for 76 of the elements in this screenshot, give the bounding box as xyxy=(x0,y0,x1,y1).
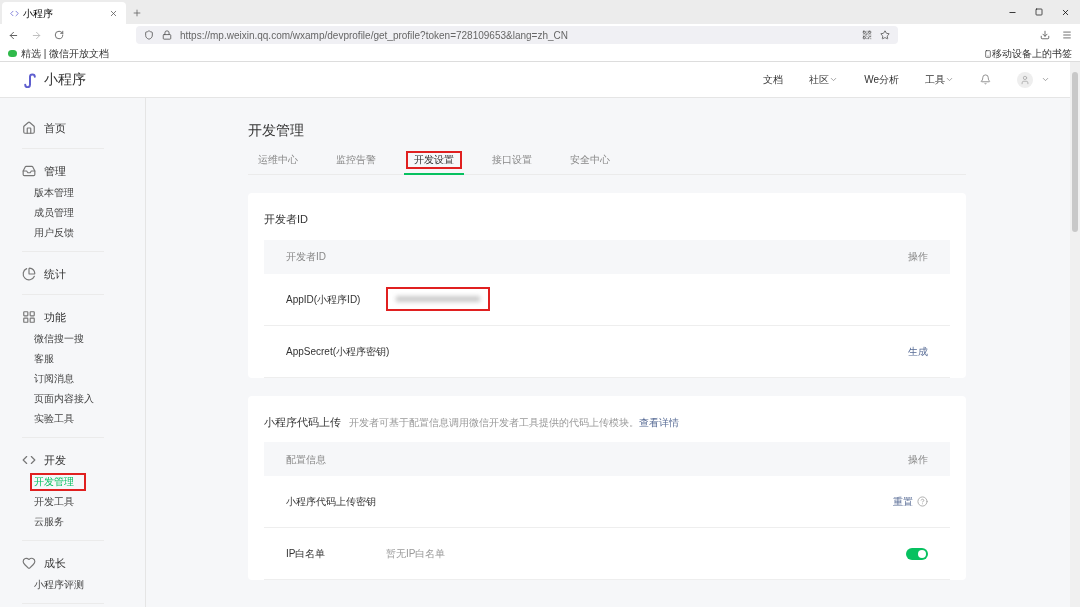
nav-link[interactable]: 文档 xyxy=(763,72,784,87)
nav-link[interactable]: 社区 xyxy=(809,72,839,87)
qr-code-icon[interactable] xyxy=(862,30,872,40)
grid-icon xyxy=(22,310,36,324)
sidebar-item[interactable]: 开发工具 xyxy=(30,493,78,511)
column-header: 开发者ID xyxy=(286,250,326,264)
download-icon[interactable] xyxy=(1040,30,1050,40)
code-icon xyxy=(22,453,36,467)
restore-icon[interactable] xyxy=(1035,8,1043,16)
tab[interactable]: 运维中心 xyxy=(248,151,308,175)
sidebar-group[interactable]: 功能 xyxy=(44,308,66,326)
shield-icon xyxy=(144,30,154,40)
pie-chart-icon xyxy=(22,267,36,281)
inbox-icon xyxy=(22,164,36,178)
bell-icon[interactable] xyxy=(980,74,991,85)
bookmark-icon xyxy=(8,50,17,57)
bookmark-link[interactable]: 精选 | 微信开放文档 xyxy=(21,46,110,61)
forward-icon[interactable] xyxy=(31,29,42,41)
action-link[interactable]: 重置 xyxy=(893,494,913,509)
lock-icon xyxy=(162,30,172,40)
sidebar-group[interactable]: 开发 xyxy=(44,451,66,469)
sidebar-group[interactable]: 管理 xyxy=(44,162,66,180)
sidebar-item[interactable]: 订阅消息 xyxy=(30,370,78,388)
column-header: 操作 xyxy=(908,452,928,467)
close-icon[interactable] xyxy=(109,8,118,18)
tab[interactable]: 监控告警 xyxy=(326,151,386,175)
star-icon[interactable] xyxy=(880,30,890,40)
caret-icon xyxy=(829,75,839,84)
sidebar-item[interactable]: 云服务 xyxy=(30,513,68,531)
logo-text: 小程序 xyxy=(44,70,86,89)
section-title: 开发者ID xyxy=(264,212,308,227)
column-header: 操作 xyxy=(908,250,928,264)
heart-icon xyxy=(22,556,36,570)
sidebar-item[interactable]: 用户反馈 xyxy=(30,224,78,242)
home-icon xyxy=(22,121,36,135)
nav-link[interactable]: 工具 xyxy=(925,72,954,87)
close-window-icon[interactable] xyxy=(1061,7,1070,17)
tab-title: 小程序 xyxy=(23,6,54,21)
tab[interactable]: 安全中心 xyxy=(560,151,620,175)
tab[interactable]: 接口设置 xyxy=(482,151,542,175)
column-header: 配置信息 xyxy=(286,452,326,467)
back-icon[interactable] xyxy=(8,29,19,41)
reload-icon[interactable] xyxy=(54,30,64,40)
sidebar-item[interactable]: 客服 xyxy=(30,350,58,368)
row-label: IP白名单 xyxy=(286,547,327,561)
sidebar-item[interactable]: 小程序评测 xyxy=(30,576,88,594)
avatar[interactable] xyxy=(1017,71,1033,88)
sidebar-item[interactable]: 页面内容接入 xyxy=(30,390,98,408)
row-label: AppSecret(小程序密钥) xyxy=(286,344,390,359)
sidebar-item[interactable]: 实验工具 xyxy=(30,410,78,428)
sidebar-group[interactable]: 首页 xyxy=(44,119,66,137)
nav-link[interactable]: We分析 xyxy=(864,72,899,87)
address-bar[interactable]: https://mp.weixin.qq.com/wxamp/devprofile/get_profile?token=728109653&lang=zh_CN xyxy=(136,26,898,44)
section-description: 开发者可基于配置信息调用微信开发者工具提供的代码上传模块。查看详情 xyxy=(349,415,679,430)
row-label: 小程序代码上传密钥 xyxy=(286,495,376,509)
caret-icon xyxy=(945,75,954,84)
sidebar-item[interactable]: 微信搜一搜 xyxy=(30,330,88,348)
menu-icon[interactable] xyxy=(1062,30,1072,40)
sidebar-item[interactable]: 版本管理 xyxy=(30,184,78,202)
url-text: https://mp.weixin.qq.com/wxamp/devprofile/get_profile?token=728109653&lang=zh_CN xyxy=(180,28,569,43)
browser-tab[interactable]: 小程序 xyxy=(2,2,126,24)
row-value: 暂无IP白名单 xyxy=(386,547,446,561)
new-tab-icon[interactable] xyxy=(132,8,142,18)
toggle-switch[interactable] xyxy=(906,547,928,560)
bookmark-folder[interactable]: 移动设备上的书签 xyxy=(992,46,1072,61)
page-title: 开发管理 xyxy=(248,121,305,140)
caret-icon[interactable] xyxy=(1041,75,1050,84)
sidebar-group[interactable]: 成长 xyxy=(44,554,66,572)
details-link[interactable]: 查看详情 xyxy=(639,416,679,428)
row-label: AppID(小程序ID) xyxy=(286,292,362,307)
phone-icon xyxy=(984,49,992,58)
help-icon[interactable] xyxy=(917,496,928,507)
sidebar-group[interactable]: 统计 xyxy=(44,265,66,283)
section-title: 小程序代码上传 xyxy=(264,414,341,430)
action-link[interactable]: 生成 xyxy=(908,343,928,359)
sidebar-item[interactable]: 成员管理 xyxy=(30,204,78,222)
